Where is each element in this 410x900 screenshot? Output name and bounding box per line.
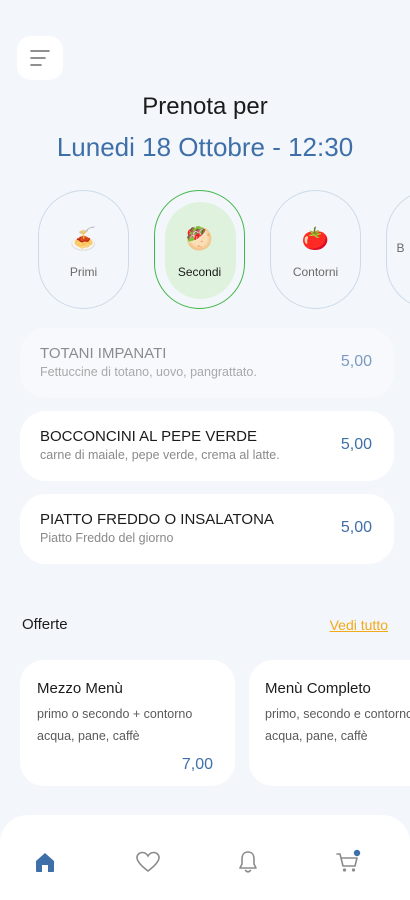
category-secondi[interactable]: 🥙 Secondi [154,190,245,309]
offer-name: Mezzo Menù [37,680,123,697]
offer-card[interactable]: Menù Completo primo, secondo e contorno … [249,660,410,786]
booking-datetime[interactable]: Lunedi 18 Ottobre - 12:30 [0,130,410,164]
offer-description: primo, secondo e contorno acqua, pane, c… [265,703,410,747]
category-partial[interactable]: B [386,190,410,309]
category-contorni[interactable]: 🍅 Contorni [270,190,361,309]
offer-card[interactable]: Mezzo Menù primo o secondo + contorno ac… [20,660,235,786]
offers-header: Offerte Vedi tutto [22,616,388,634]
cart-icon[interactable] [335,849,361,875]
page-title: Prenota per [142,93,268,120]
item-price: 5,00 [340,353,372,370]
offer-price: 7,00 [181,756,213,773]
item-price: 5,00 [340,436,372,453]
menu-item[interactable]: TOTANI IMPANATI Fettuccine di totano, uo… [20,328,394,398]
pasta-icon: 🍝 [69,226,98,251]
offer-line: acqua, pane, caffè [37,729,140,743]
offer-description: primo o secondo + contorno acqua, pane, … [37,703,235,747]
offer-line: acqua, pane, caffè [265,729,368,743]
meat-icon: 🥙 [185,226,214,251]
category-label: B [396,241,405,255]
bottom-nav [0,815,410,900]
offers-title: Offerte [22,616,68,633]
category-primi[interactable]: 🍝 Primi [38,190,129,309]
menu-item[interactable]: PIATTO FREDDO O INSALATONA Piatto Freddo… [20,494,394,564]
heart-icon[interactable] [135,849,161,875]
bell-icon[interactable] [235,849,261,875]
category-label: Secondi [177,265,222,279]
item-price: 5,00 [340,519,372,536]
menu-item[interactable]: BOCCONCINI AL PEPE VERDE carne di maiale… [20,411,394,481]
menu-button[interactable] [17,36,63,80]
offer-line: primo o secondo + contorno [37,707,193,721]
cart-badge [353,849,361,857]
home-icon[interactable] [32,849,58,875]
offer-name: Menù Completo [265,680,371,697]
category-carousel[interactable]: 🍝 Primi 🥙 Secondi 🍅 Contorni B [38,190,410,310]
see-all-link[interactable]: Vedi tutto [330,617,388,633]
category-label: Contorni [292,265,339,279]
category-label: Primi [69,265,98,279]
hamburger-icon [30,50,50,66]
menu-item-list: TOTANI IMPANATI Fettuccine di totano, uo… [20,328,394,577]
offer-line: primo, secondo e contorno [265,707,410,721]
tomato-icon: 🍅 [301,226,330,251]
booking-header: Prenota per Lunedi 18 Ottobre - 12:30 [0,92,410,164]
